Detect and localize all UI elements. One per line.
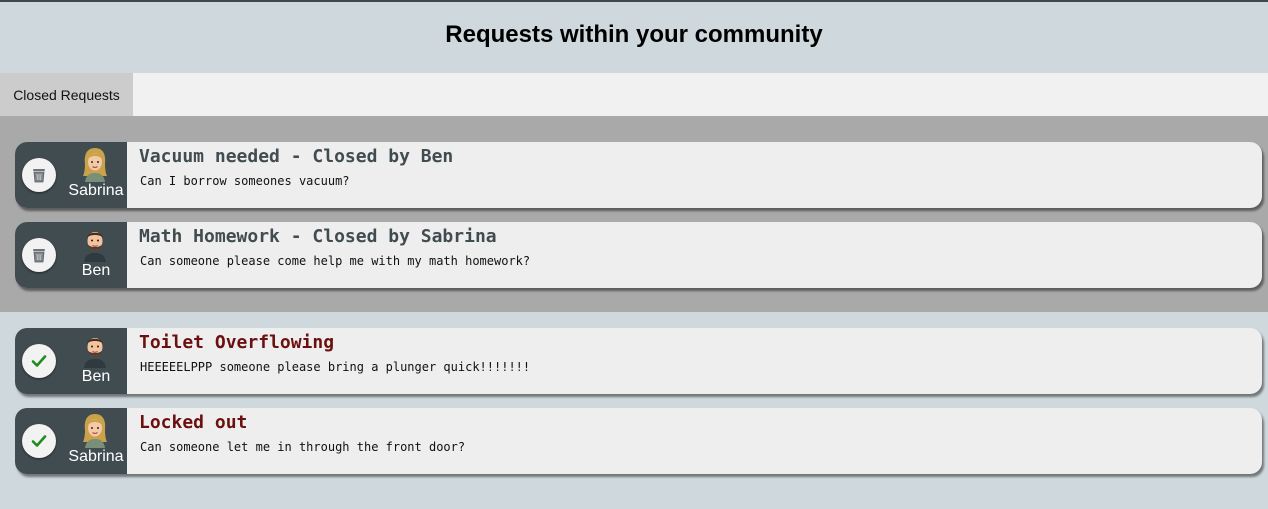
request-card: Ben Toilet Overflowing HEEEEELPPP someon… [15, 328, 1262, 394]
female-avatar-icon [79, 146, 111, 182]
checkmark-icon [31, 355, 47, 367]
request-card-sidebar: Sabrina [15, 142, 127, 208]
request-title: Toilet Overflowing [139, 332, 335, 353]
delete-button[interactable] [22, 238, 56, 272]
tab-bar: Closed Requests [0, 73, 1268, 116]
male-avatar-icon [79, 226, 111, 262]
complete-button[interactable] [22, 344, 56, 378]
user-name: Sabrina [68, 448, 124, 465]
request-title: Vacuum needed - Closed by Ben [139, 146, 454, 167]
request-title: Locked out [139, 412, 248, 433]
user-name: Ben [81, 368, 111, 385]
delete-button[interactable] [22, 158, 56, 192]
request-description: Can someone let me in through the front … [140, 440, 466, 454]
request-description: HEEEEELPPP someone please bring a plunge… [140, 360, 531, 374]
female-avatar-icon [79, 412, 111, 448]
page-title: Requests within your community [445, 20, 823, 48]
user-name: Ben [81, 262, 111, 279]
request-card: Sabrina Vacuum needed - Closed by Ben Ca… [15, 142, 1262, 208]
male-avatar-icon [79, 332, 111, 368]
trash-icon [33, 249, 45, 263]
request-description: Can I borrow someones vacuum? [140, 174, 350, 188]
request-card: Ben Math Homework - Closed by Sabrina Ca… [15, 222, 1262, 288]
request-card-sidebar: Ben [15, 328, 127, 394]
request-card: Sabrina Locked out Can someone let me in… [15, 408, 1262, 474]
complete-button[interactable] [22, 424, 56, 458]
request-description: Can someone please come help me with my … [140, 254, 531, 268]
user-name: Sabrina [68, 182, 124, 199]
request-card-sidebar: Sabrina [15, 408, 127, 474]
checkmark-icon [31, 435, 47, 447]
request-card-sidebar: Ben [15, 222, 127, 288]
tab-closed-requests[interactable]: Closed Requests [0, 73, 133, 116]
trash-icon [33, 169, 45, 183]
request-title: Math Homework - Closed by Sabrina [139, 226, 497, 247]
page-header: Requests within your community [0, 2, 1268, 73]
